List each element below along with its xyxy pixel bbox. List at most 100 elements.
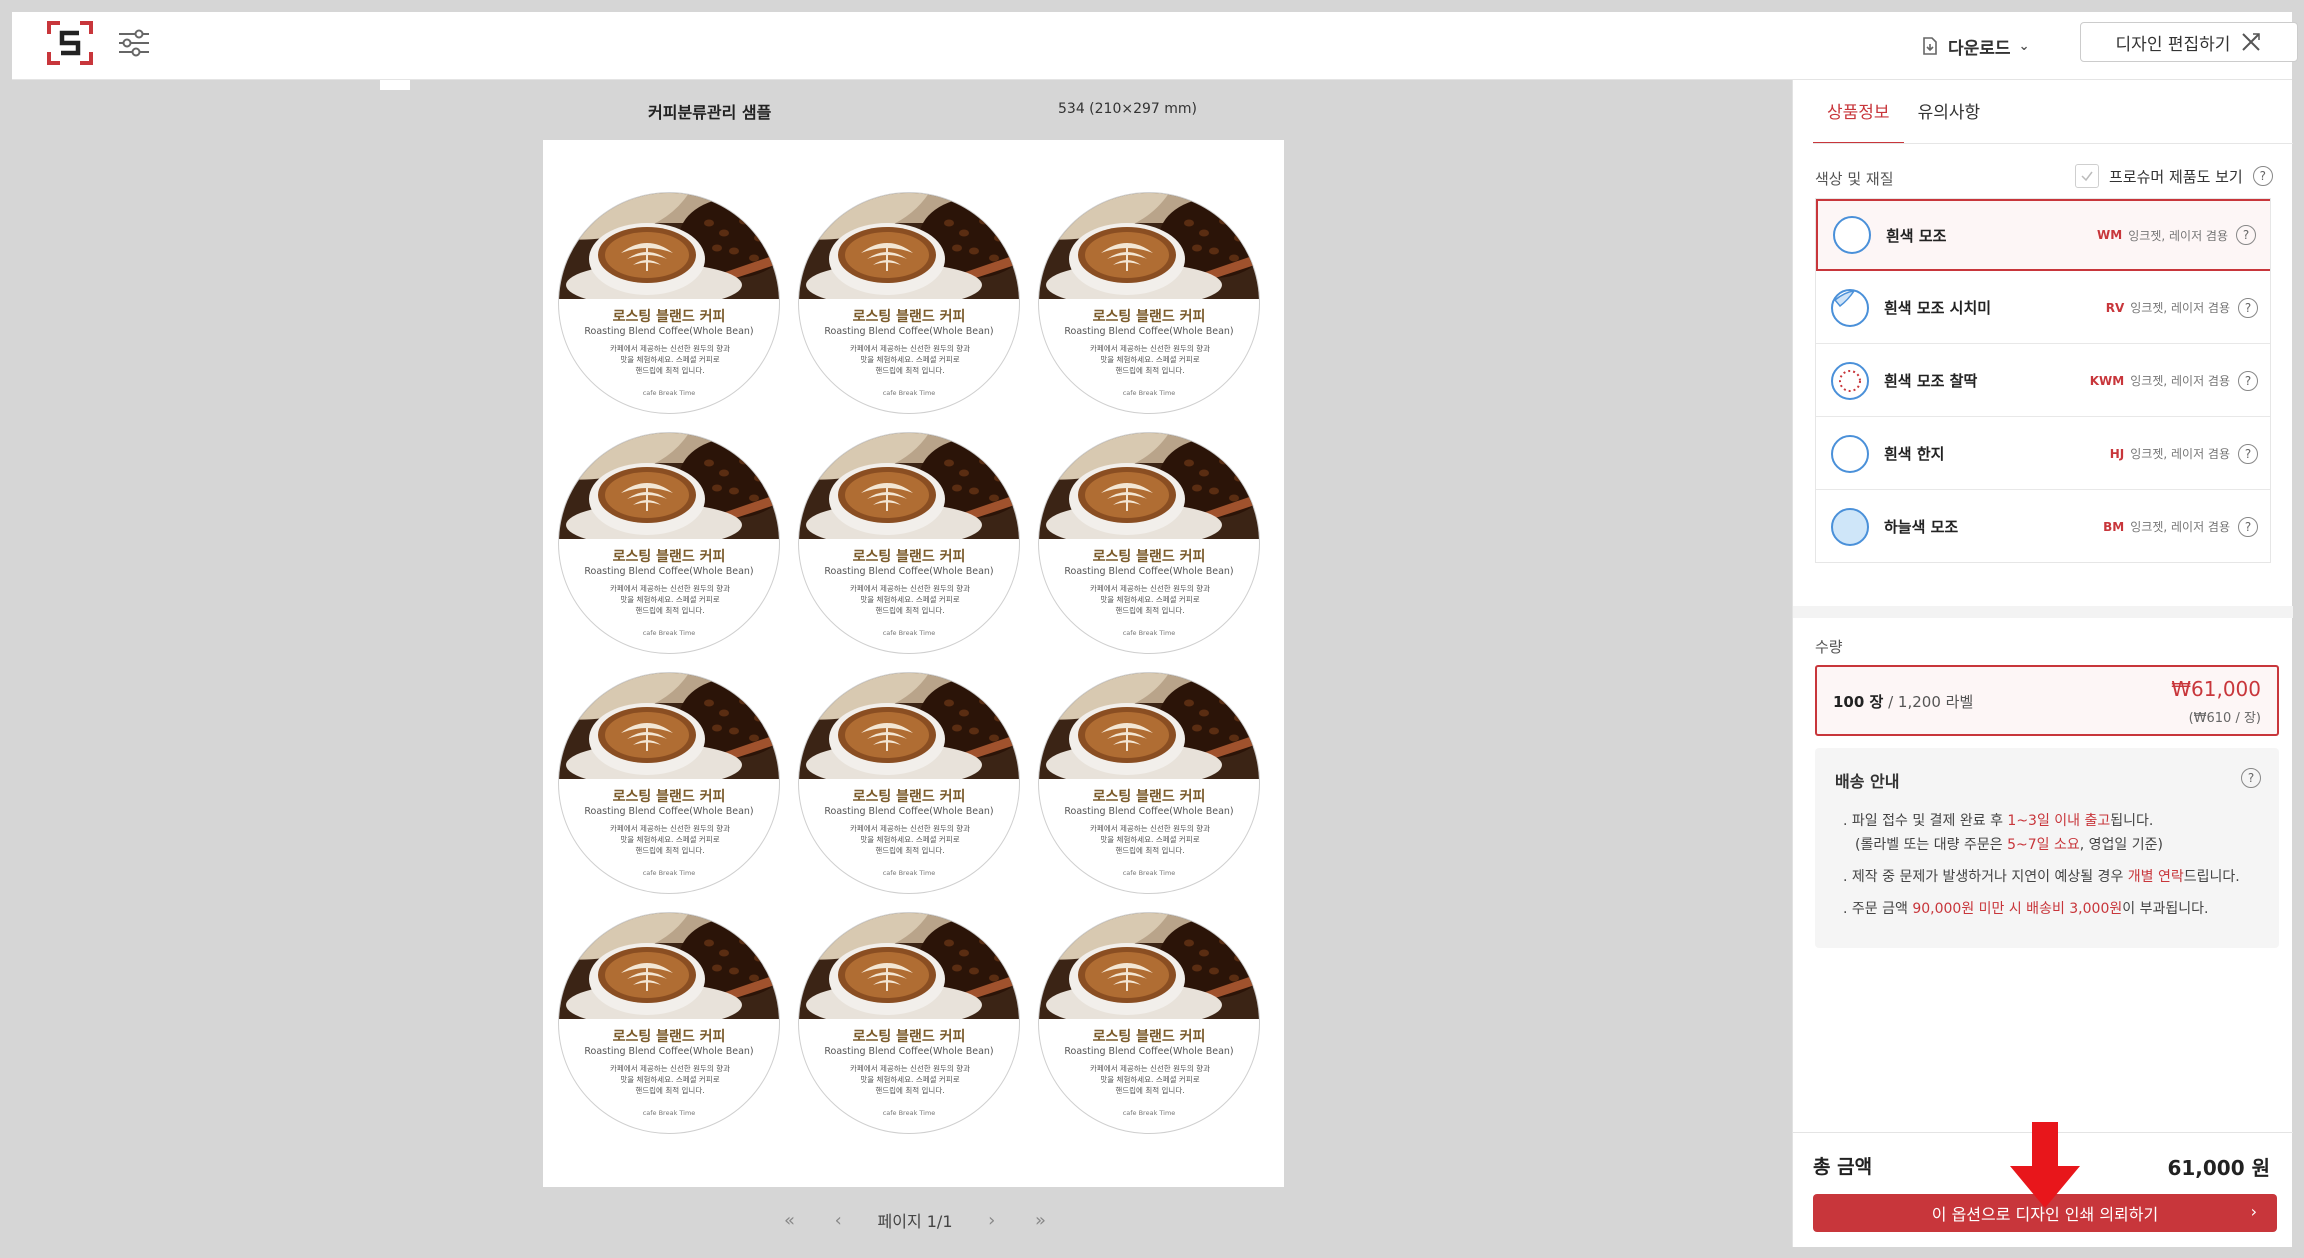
label-description: 카페에서 제공하는 신선한 원두의 향과 맛을 체험하세요. 스페셜 커피로 핸… (1090, 824, 1210, 855)
last-page-icon[interactable]: » (1031, 1210, 1050, 1231)
label-item[interactable]: 로스팅 블랜드 커피 Roasting Blend Coffee(Whole B… (558, 912, 780, 1134)
label-description: 카페에서 제공하는 신선한 원두의 향과 맛을 체험하세요. 스페셜 커피로 핸… (610, 1064, 730, 1095)
total-label: 총 금액 (1813, 1156, 1873, 1178)
label-footer: cafe Break Time (642, 389, 696, 397)
coffee-photo (1039, 913, 1259, 1019)
tabs-divider (1813, 143, 2293, 144)
label-item[interactable]: 로스팅 블랜드 커피 Roasting Blend Coffee(Whole B… (1038, 432, 1260, 654)
label-title: 로스팅 블랜드 커피 (1092, 309, 1206, 325)
material-option-hj[interactable]: 흰색 한지 HJ 잉크젯, 레이저 겸용 ? (1816, 418, 2270, 490)
download-label: 다운로드 (1948, 38, 2011, 59)
label-description: 카페에서 제공하는 신선한 원두의 향과 맛을 체험하세요. 스페셜 커피로 핸… (1090, 344, 1210, 375)
label-subtitle: Roasting Blend Coffee(Whole Bean) (584, 1046, 754, 1057)
label-subtitle: Roasting Blend Coffee(Whole Bean) (1064, 326, 1234, 337)
white-swatch-icon (1833, 216, 1871, 254)
document-title: 커피분류관리 샘플 (648, 103, 772, 122)
chevron-down-icon: ⌄ (2018, 38, 2030, 54)
label-footer: cafe Break Time (642, 629, 696, 637)
shipping-line-4: . 주문 금액 90,000원 미만 시 배송비 3,000원이 부과됩니다. (1843, 901, 2209, 917)
label-description: 카페에서 제공하는 신선한 원두의 향과 맛을 체험하세요. 스페셜 커피로 핸… (610, 344, 730, 375)
coffee-photo (1039, 433, 1259, 539)
label-footer: cafe Break Time (882, 629, 936, 637)
shipping-info: 배송 안내 ? . 파일 접수 및 결제 완료 후 1~3일 이내 출고됩니다.… (1815, 748, 2279, 948)
quantity-label: 수량 (1815, 638, 1843, 656)
label-item[interactable]: 로스팅 블랜드 커피 Roasting Blend Coffee(Whole B… (798, 672, 1020, 894)
prev-page-icon[interactable]: ‹ (831, 1210, 846, 1231)
help-icon[interactable]: ? (2238, 370, 2258, 391)
tools-icon (2242, 33, 2261, 51)
strong-adhesive-swatch-icon (1831, 361, 1869, 400)
label-description: 카페에서 제공하는 신선한 원두의 향과 맛을 체험하세요. 스페셜 커피로 핸… (1090, 584, 1210, 615)
shipping-line-3: . 제작 중 문제가 발생하거나 지연이 예상될 경우 개별 연락드립니다. (1843, 869, 2240, 885)
skyblue-swatch-icon (1831, 507, 1869, 546)
help-icon[interactable]: ? (2238, 516, 2258, 537)
help-icon[interactable]: ? (2252, 166, 2273, 186)
edit-design-button[interactable]: 디자인 편집하기 (2080, 22, 2298, 62)
prosumer-checkbox[interactable] (2075, 164, 2099, 188)
label-item[interactable]: 로스팅 블랜드 커피 Roasting Blend Coffee(Whole B… (558, 192, 780, 414)
label-item[interactable]: 로스팅 블랜드 커피 Roasting Blend Coffee(Whole B… (1038, 912, 1260, 1134)
product-panel: 상품정보 유의사항 색상 및 재질 프로슈머 제품도 보기 ? 흰색 모조 WM… (1792, 80, 2293, 1247)
label-item[interactable]: 로스팅 블랜드 커피 Roasting Blend Coffee(Whole B… (798, 912, 1020, 1134)
quantity-selector[interactable]: 100 장 / 1,200 라벨 ₩61,000 (₩610 / 장) (1815, 665, 2279, 736)
coffee-photo (799, 673, 1019, 779)
download-button[interactable]: 다운로드 ⌄ (1920, 28, 2029, 64)
label-item[interactable]: 로스팅 블랜드 커피 Roasting Blend Coffee(Whole B… (558, 432, 780, 654)
coffee-photo (559, 673, 779, 779)
label-sheet[interactable]: 로스팅 블랜드 커피 Roasting Blend Coffee(Whole B… (543, 140, 1284, 1187)
shipping-title: 배송 안내 (1835, 772, 1900, 791)
quantity-count: 100 장 (1833, 693, 1884, 711)
label-item[interactable]: 로스팅 블랜드 커피 Roasting Blend Coffee(Whole B… (558, 672, 780, 894)
app-logo[interactable] (46, 20, 94, 66)
tab-product-info[interactable]: 상품정보 (1813, 98, 1904, 144)
help-icon[interactable]: ? (2238, 443, 2258, 464)
coffee-photo (1039, 673, 1259, 779)
label-subtitle: Roasting Blend Coffee(Whole Bean) (824, 566, 994, 577)
red-arrow-annotation-icon (2010, 1122, 2080, 1208)
label-description: 카페에서 제공하는 신선한 원두의 향과 맛을 체험하세요. 스페셜 커피로 핸… (850, 584, 970, 615)
quantity-detail: / 1,200 라벨 (1883, 693, 1974, 711)
label-item[interactable]: 로스팅 블랜드 커피 Roasting Blend Coffee(Whole B… (1038, 192, 1260, 414)
first-page-icon[interactable]: « (780, 1210, 799, 1231)
label-item[interactable]: 로스팅 블랜드 커피 Roasting Blend Coffee(Whole B… (798, 192, 1020, 414)
label-subtitle: Roasting Blend Coffee(Whole Bean) (584, 566, 754, 577)
label-description: 카페에서 제공하는 신선한 원두의 향과 맛을 체험하세요. 스페셜 커피로 핸… (850, 344, 970, 375)
label-description: 카페에서 제공하는 신선한 원두의 향과 맛을 체험하세요. 스페셜 커피로 핸… (610, 824, 730, 855)
material-option-bm[interactable]: 하늘색 모조 BM 잉크젯, 레이저 겸용 ? (1816, 491, 2270, 562)
material-list: 흰색 모조 WM 잉크젯, 레이저 겸용 ? 흰색 모조 시치미 RV 잉크젯,… (1815, 198, 2271, 563)
document-size: 534 (210×297 mm) (1058, 101, 1197, 117)
check-icon (2081, 171, 2093, 182)
help-icon[interactable]: ? (2236, 225, 2256, 245)
label-title: 로스팅 블랜드 커피 (612, 309, 726, 325)
label-subtitle: Roasting Blend Coffee(Whole Bean) (584, 326, 754, 337)
label-subtitle: Roasting Blend Coffee(Whole Bean) (584, 806, 754, 817)
tab-notes[interactable]: 유의사항 (1904, 98, 1995, 144)
label-subtitle: Roasting Blend Coffee(Whole Bean) (824, 806, 994, 817)
coffee-photo (799, 913, 1019, 1019)
prosumer-toggle[interactable]: 프로슈머 제품도 보기 ? (2075, 164, 2273, 188)
label-title: 로스팅 블랜드 커피 (852, 309, 966, 325)
top-bar: 다운로드 ⌄ 디자인 편집하기 (12, 12, 2298, 80)
shipping-line-1: . 파일 접수 및 결제 완료 후 1~3일 이내 출고됩니다. (1843, 813, 2154, 829)
coffee-photo (1039, 193, 1259, 299)
label-footer: cafe Break Time (642, 869, 696, 877)
edit-design-label: 디자인 편집하기 (2115, 34, 2231, 55)
label-item[interactable]: 로스팅 블랜드 커피 Roasting Blend Coffee(Whole B… (1038, 672, 1260, 894)
help-icon[interactable]: ? (2238, 297, 2258, 318)
chevron-right-icon: › (2250, 1202, 2257, 1221)
peel-swatch-icon (1831, 288, 1869, 327)
label-footer: cafe Break Time (882, 869, 936, 877)
label-title: 로스팅 블랜드 커피 (612, 549, 726, 565)
material-option-rv[interactable]: 흰색 모조 시치미 RV 잉크젯, 레이저 겸용 ? (1816, 272, 2270, 344)
material-option-kwm[interactable]: 흰색 모조 찰딱 KWM 잉크젯, 레이저 겸용 ? (1816, 345, 2270, 417)
panel-tabs: 상품정보 유의사항 (1813, 98, 1994, 144)
coffee-photo (799, 433, 1019, 539)
label-description: 카페에서 제공하는 신선한 원두의 향과 맛을 체험하세요. 스페셜 커피로 핸… (850, 824, 970, 855)
sliders-icon[interactable] (116, 26, 152, 60)
label-item[interactable]: 로스팅 블랜드 커피 Roasting Blend Coffee(Whole B… (798, 432, 1020, 654)
material-option-wm[interactable]: 흰색 모조 WM 잉크젯, 레이저 겸용 ? (1816, 199, 2270, 271)
download-file-icon (1923, 37, 1937, 55)
help-icon[interactable]: ? (2241, 768, 2261, 788)
label-footer: cafe Break Time (882, 389, 936, 397)
next-page-icon[interactable]: › (984, 1210, 999, 1231)
